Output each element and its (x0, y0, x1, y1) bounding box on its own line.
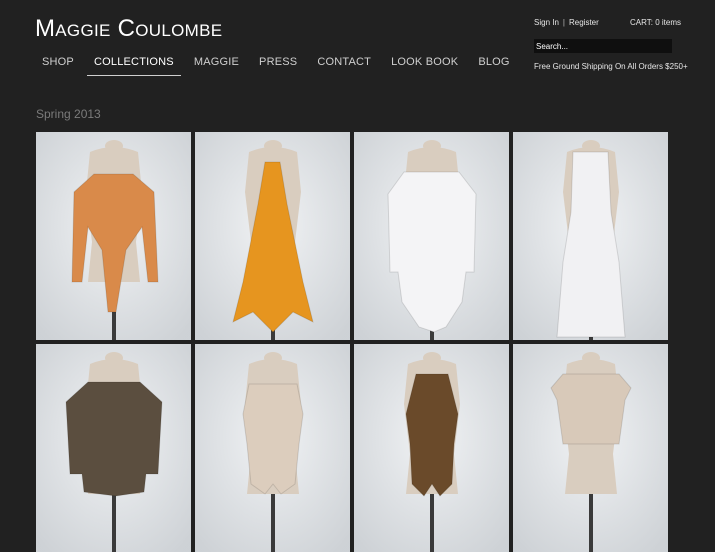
product-tile-white-draped-cardigan[interactable] (354, 132, 509, 340)
mannequin-stand (271, 494, 275, 552)
site-header: Maggie Coulombe SHOP COLLECTIONS MAGGIE … (0, 0, 715, 100)
product-tile-brown-vneck-top[interactable] (36, 344, 191, 552)
product-tile-brown-halter-swimsuit[interactable] (354, 344, 509, 552)
site-logo[interactable]: Maggie Coulombe (35, 17, 222, 41)
product-tile-orange-print-tie-jacket[interactable] (36, 132, 191, 340)
account-links: Sign In | Register (534, 18, 599, 27)
nav-item-blog[interactable]: BLOG (471, 52, 516, 76)
sign-in-link[interactable]: Sign In (534, 18, 559, 27)
shipping-notice: Free Ground Shipping On All Orders $250+ (534, 62, 688, 71)
product-image (354, 344, 509, 552)
product-tile-white-halter-gown[interactable] (513, 132, 668, 340)
search-input[interactable] (534, 39, 672, 53)
product-tile-nude-cap-sleeve-top[interactable] (513, 344, 668, 552)
nav-item-shop[interactable]: SHOP (35, 52, 81, 76)
product-grid (36, 132, 668, 552)
register-link[interactable]: Register (569, 18, 599, 27)
product-image (195, 344, 350, 552)
garment-shape (405, 373, 459, 497)
product-image (354, 132, 509, 340)
main-nav: SHOP COLLECTIONS MAGGIE PRESS CONTACT LO… (35, 52, 523, 76)
mannequin-stand (430, 494, 434, 552)
product-image (195, 132, 350, 340)
collection-title: Spring 2013 (36, 107, 101, 121)
nav-item-press[interactable]: PRESS (252, 52, 304, 76)
nav-item-look-book[interactable]: LOOK BOOK (384, 52, 465, 76)
product-tile-orange-print-halter-dress[interactable] (195, 132, 350, 340)
garment-shape (550, 373, 632, 445)
product-image (36, 132, 191, 340)
product-image (513, 344, 668, 552)
mannequin-stand (589, 494, 593, 552)
garment-shape (242, 383, 304, 495)
mannequin-stand (112, 494, 116, 552)
product-image (36, 344, 191, 552)
nav-item-collections[interactable]: COLLECTIONS (86, 52, 181, 76)
nav-item-contact[interactable]: CONTACT (310, 52, 378, 76)
account-separator: | (562, 18, 565, 27)
cart-link[interactable]: CART: 0 items (630, 18, 681, 27)
product-image (513, 132, 668, 340)
nav-item-maggie[interactable]: MAGGIE (187, 52, 246, 76)
product-tile-nude-wrap-bodysuit[interactable] (195, 344, 350, 552)
